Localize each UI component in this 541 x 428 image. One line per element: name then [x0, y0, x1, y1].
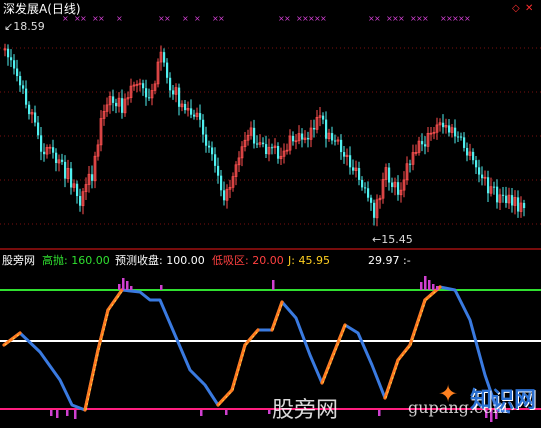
oscillator-rising-segment: [216, 388, 234, 407]
overbought-bar: [122, 278, 125, 290]
oversold-bar: [56, 410, 59, 418]
overbought-bar: [424, 276, 427, 290]
overbought-bar: [130, 286, 133, 290]
oscillator-rising-segment: [396, 343, 412, 362]
oscillator-rising-segment: [83, 348, 100, 412]
overbought-bar: [118, 284, 121, 290]
oscillator-rising-segment: [383, 358, 400, 400]
overbought-bar: [436, 286, 439, 290]
oversold-bar: [200, 410, 203, 416]
oscillator-rising-segment: [96, 308, 110, 352]
oversold-bar: [50, 410, 53, 416]
oscillator-rising-dots: [98, 309, 110, 351]
overbought-bar: [126, 281, 129, 290]
overbought-bar: [428, 280, 431, 290]
oscillator-rising-segment: [230, 343, 247, 392]
oscillator-rising-segment: [2, 331, 22, 347]
oversold-bar: [66, 410, 69, 416]
watermark-center: 股旁网: [272, 398, 339, 423]
overbought-bar: [420, 282, 423, 290]
oversold-bar: [225, 410, 228, 415]
oscillator-rising-segment: [270, 300, 284, 332]
overbought-bar: [160, 285, 163, 290]
oversold-bar: [74, 410, 77, 419]
oscillator-rising-segment: [106, 288, 124, 312]
overbought-bar: [272, 280, 275, 290]
oversold-bar: [378, 410, 381, 416]
oscillator-chart[interactable]: [0, 0, 541, 428]
oscillator-rising-segment: [243, 328, 260, 347]
overbought-bar: [432, 284, 435, 290]
oversold-bar: [268, 410, 271, 414]
flame-icon: ✦: [438, 380, 459, 408]
oscillator-rising-segment: [408, 298, 427, 347]
watermark-logo: 知识网: [470, 388, 537, 413]
oscillator-line: [3, 285, 511, 414]
stock-chart-window: × × × × × × × × × × × × × × × × × × × × × × × × × × × × × × × × 深发展A(日线…: [0, 0, 541, 428]
oscillator-rising-segment: [320, 353, 335, 385]
